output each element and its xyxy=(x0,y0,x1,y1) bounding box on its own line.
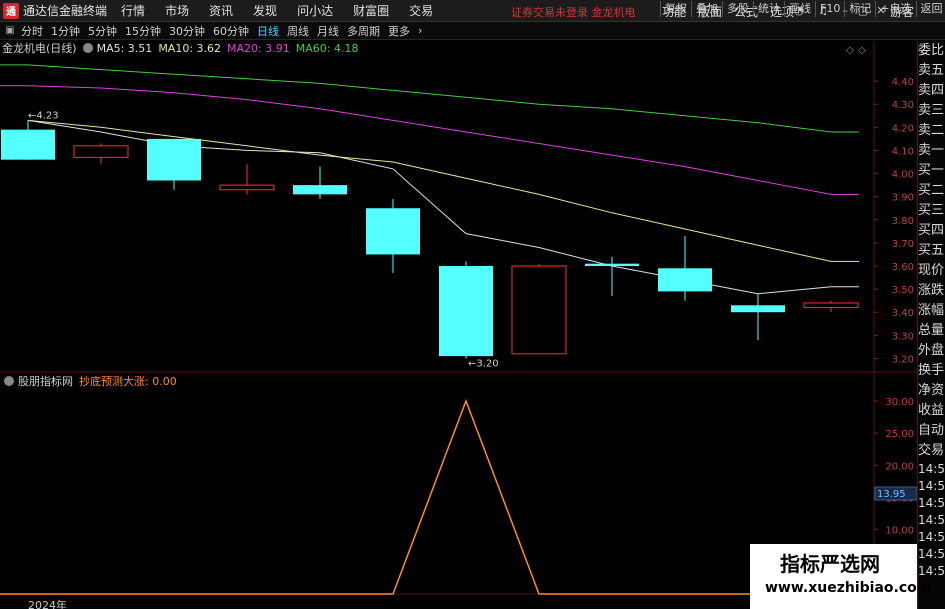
price-annotation: ←3.20 xyxy=(468,358,499,369)
candle xyxy=(219,164,275,195)
tick-time: 14:56 xyxy=(918,462,945,476)
candle-body xyxy=(1,129,55,160)
quote-field-label[interactable]: 买三 xyxy=(918,201,945,221)
candle xyxy=(147,138,201,190)
quote-field-label[interactable]: 卖一 xyxy=(918,141,945,161)
quote-field-label[interactable]: 买四 xyxy=(918,221,945,241)
indicator-tick-label: 30.00 xyxy=(885,397,914,408)
candle-body xyxy=(658,268,712,292)
quote-field-label[interactable]: 涨幅 xyxy=(918,301,945,321)
candle xyxy=(803,300,859,313)
candle-body xyxy=(585,263,639,266)
watermark: 指标严选网 www.xuezhibiao.com xyxy=(750,544,931,609)
ma20-line xyxy=(0,85,859,195)
candle xyxy=(585,256,639,297)
candle-body xyxy=(147,138,201,181)
quote-side-panel: 委比 卖五 卖四 卖三 卖二 卖一 买一 买二 买三 买四 买五 现价 涨跌 涨幅 总量 外盘 换手 净资 收益 自动… xyxy=(917,41,945,609)
price-tick-label: 3.70 xyxy=(892,239,914,250)
price-tick-label: 3.30 xyxy=(892,331,914,342)
price-tick-label: 4.20 xyxy=(892,123,914,134)
candle xyxy=(1,120,55,160)
price-tick-label: 4.00 xyxy=(892,170,914,181)
price-tick-label: 3.60 xyxy=(892,262,914,273)
price-tick-label: 3.40 xyxy=(892,308,914,319)
date-axis-label: 2024年 xyxy=(28,599,67,609)
quote-field-label[interactable]: 卖四 xyxy=(918,81,945,101)
candle xyxy=(293,166,347,199)
price-tick-label: 3.90 xyxy=(892,193,914,204)
indicator-tick-label: 25.00 xyxy=(885,429,914,440)
tick-time: 14:56 xyxy=(918,496,945,510)
tick-time: 14:56 xyxy=(918,547,945,561)
candle-body xyxy=(511,265,567,355)
quote-field-label[interactable]: 现价 xyxy=(918,261,945,281)
price-tick-label: 4.10 xyxy=(892,146,914,157)
candle-body xyxy=(439,266,493,357)
btn-back[interactable]: 返回 xyxy=(915,1,945,17)
tick-time: 14:56 xyxy=(918,479,945,493)
tick-time: 14:56 xyxy=(918,530,945,544)
price-tick-label: 3.20 xyxy=(892,354,914,365)
candle-body xyxy=(803,302,859,309)
quote-field-label[interactable]: 涨跌 xyxy=(918,281,945,301)
candle xyxy=(511,263,567,355)
price-tick-label: 4.40 xyxy=(892,77,914,88)
price-tick-label: 3.80 xyxy=(892,216,914,227)
indicator-tick-label: 20.00 xyxy=(885,461,914,472)
quote-field-label[interactable]: 换手 xyxy=(918,361,945,381)
current-value-badge-text: 13.95 xyxy=(877,489,906,500)
diamond-marker-icon: ◇ xyxy=(846,45,854,56)
quote-field-label[interactable]: 收益 xyxy=(918,401,945,421)
chart-canvas[interactable]: 4.40 4.30 4.20 4.10 4.00 3.90 3.80 3.70 3.60 3.50… xyxy=(0,0,917,609)
candle xyxy=(73,143,129,165)
tick-time: 14:56 xyxy=(918,513,945,527)
quote-field-label[interactable]: 交易 xyxy=(918,441,945,461)
quote-field-label[interactable]: 净资 xyxy=(918,381,945,401)
diamond-marker-icon: ◇ xyxy=(858,45,866,56)
candle-body xyxy=(293,185,347,195)
candle-body xyxy=(219,184,275,191)
tick-time: 14:56 xyxy=(918,564,945,578)
quote-field-label[interactable]: 买二 xyxy=(918,181,945,201)
ma60-line xyxy=(0,64,859,133)
candle-body xyxy=(366,208,420,255)
indicator-tick-label: 10.00 xyxy=(885,526,914,537)
candle-body xyxy=(731,305,785,313)
candle xyxy=(439,261,493,359)
quote-field-label[interactable]: 自动 xyxy=(918,421,945,441)
quote-field-label[interactable]: 外盘 xyxy=(918,341,945,361)
quote-field-label[interactable]: 卖五 xyxy=(918,61,945,81)
candle-body xyxy=(73,145,129,158)
quote-field-label[interactable]: 卖三 xyxy=(918,101,945,121)
price-tick-label: 3.50 xyxy=(892,285,914,296)
quote-field-label[interactable]: 卖二 xyxy=(918,121,945,141)
candle xyxy=(658,235,712,301)
watermark-url: www.xuezhibiao.com xyxy=(765,580,932,596)
quote-field-label[interactable]: 买五 xyxy=(918,241,945,261)
price-tick-label: 4.30 xyxy=(892,100,914,111)
indicator-series-line xyxy=(0,398,874,595)
quote-field-label[interactable]: 买一 xyxy=(918,161,945,181)
candle xyxy=(731,293,785,340)
price-annotation: ←4.23 xyxy=(28,110,59,121)
quote-field-label[interactable]: 总量 xyxy=(918,321,945,341)
quote-field-label[interactable]: 委比 xyxy=(918,41,945,61)
watermark-title: 指标严选网 xyxy=(780,552,880,576)
candle xyxy=(366,198,420,273)
